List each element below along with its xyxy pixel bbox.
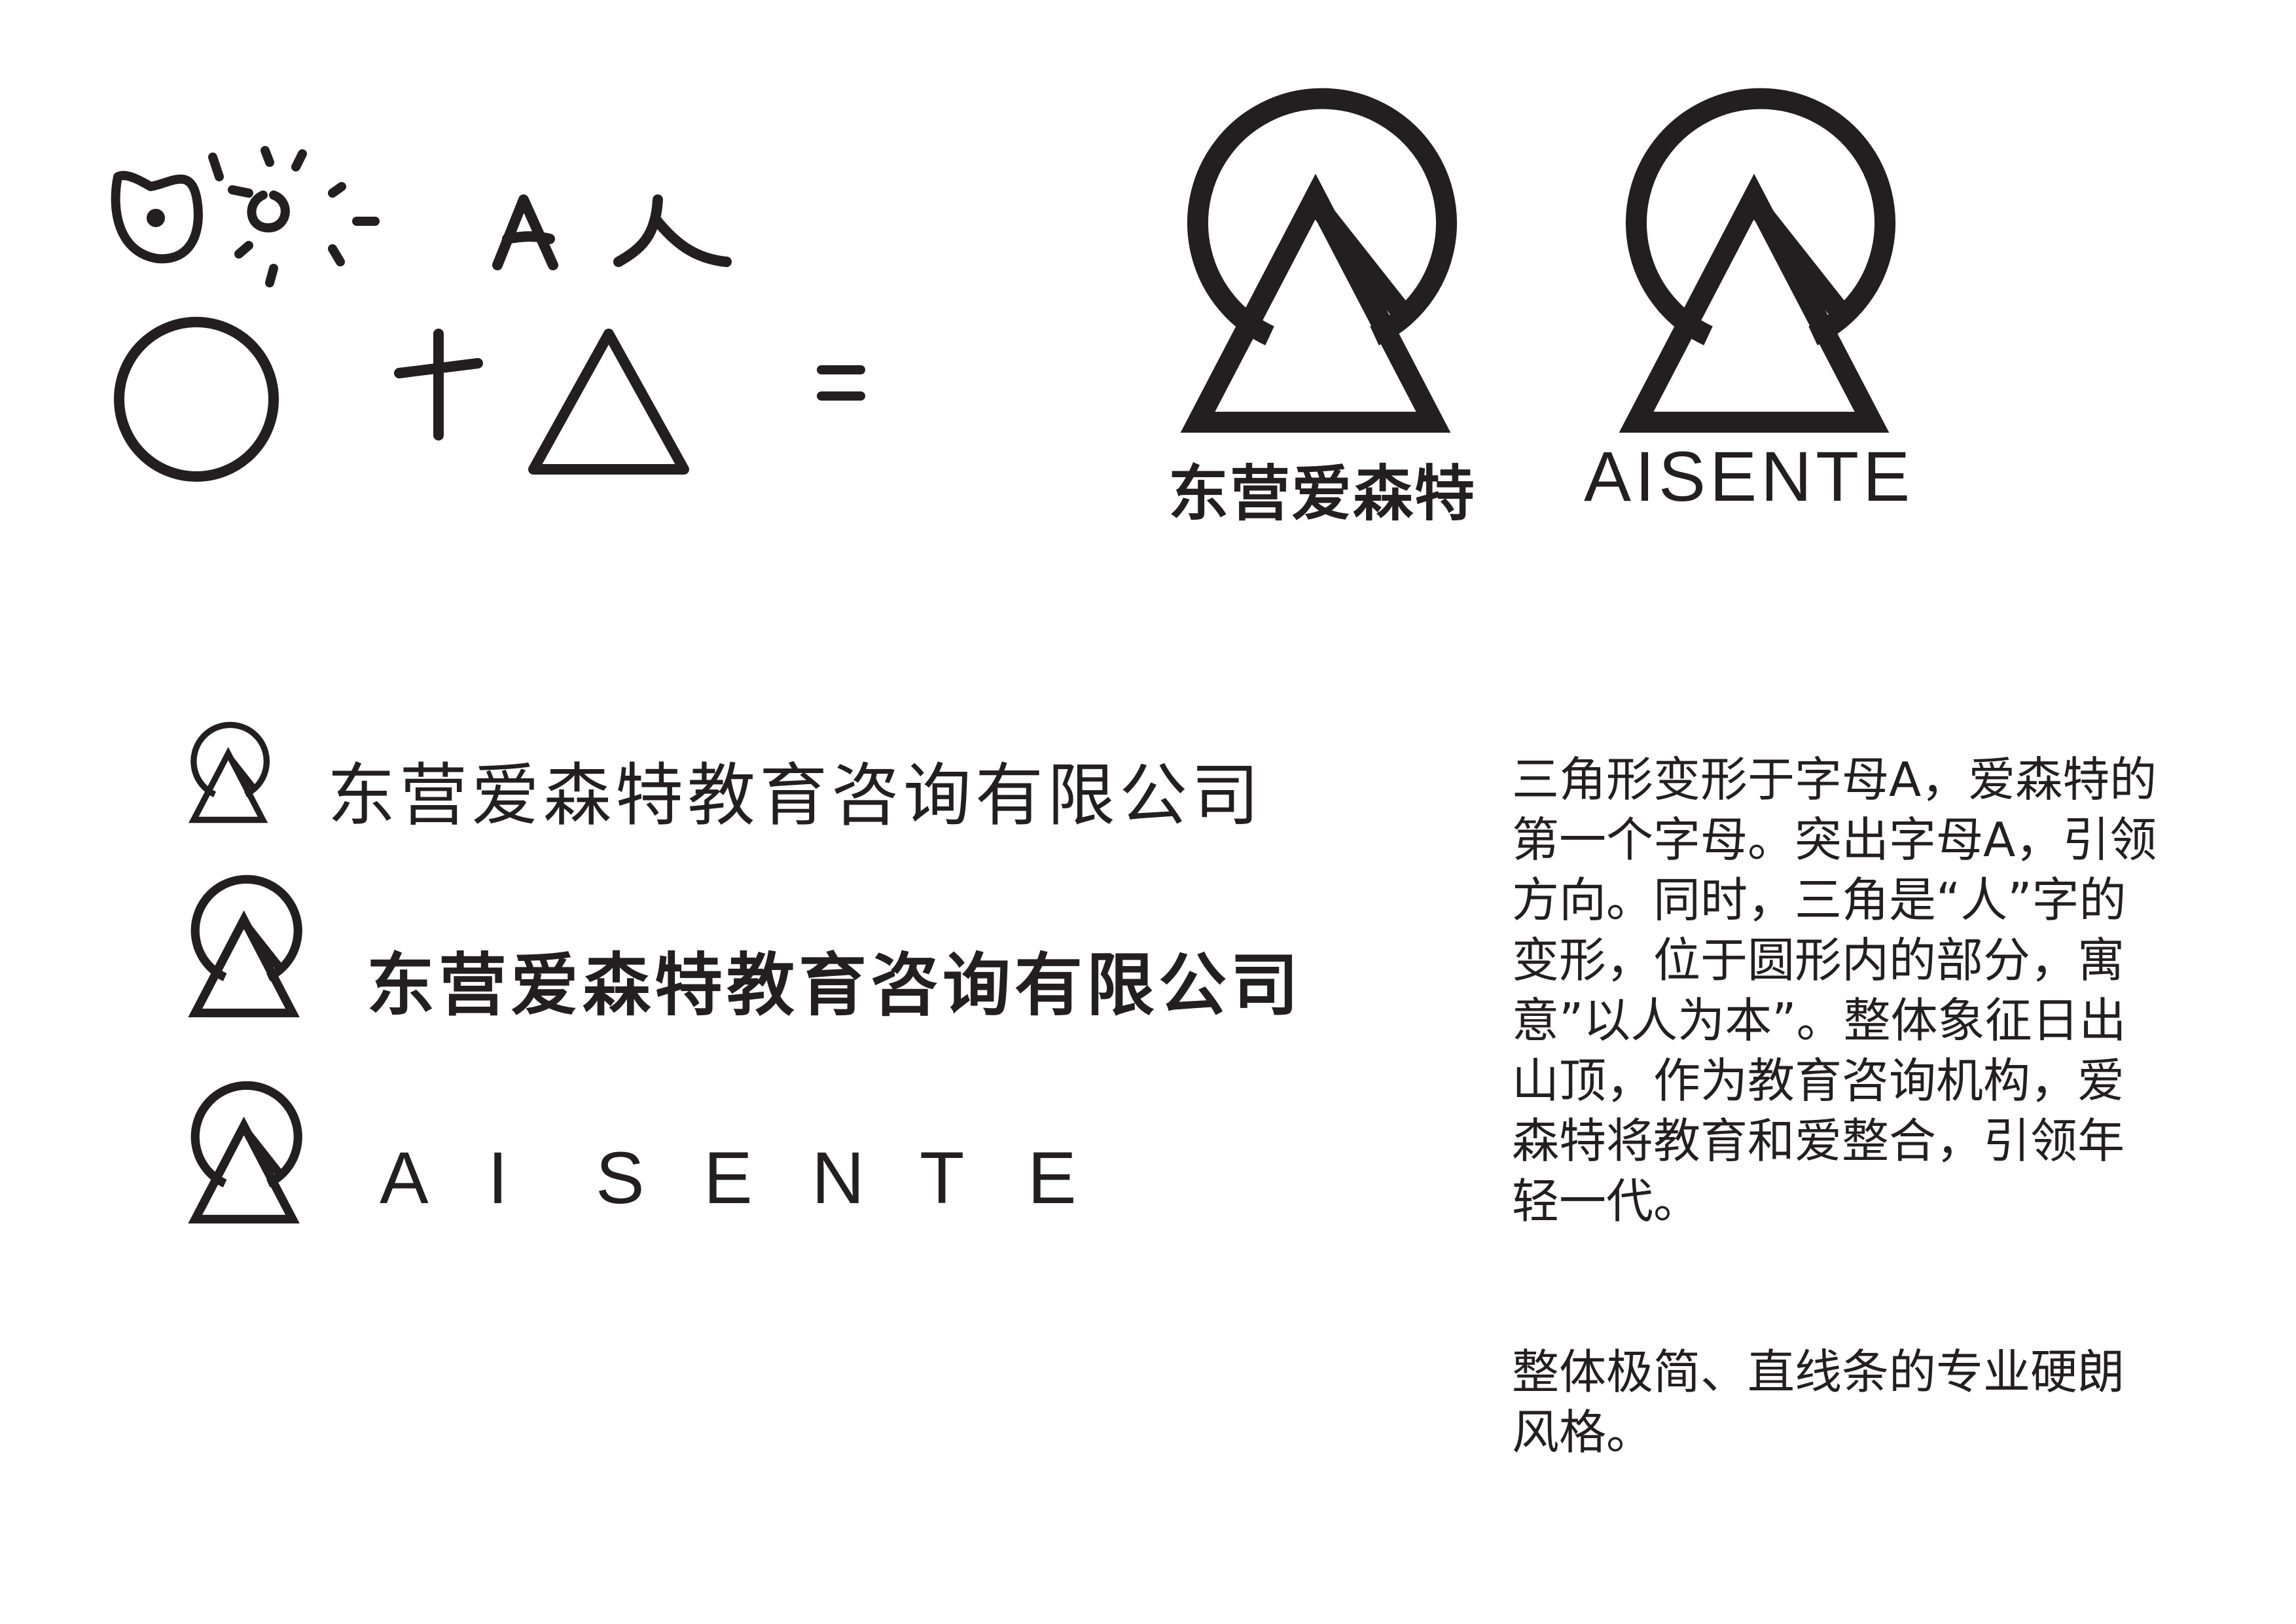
- plus-sign-icon: [394, 329, 483, 441]
- logo-caption-chinese: 东营爱森特: [1168, 459, 1477, 529]
- spaced-letter: T: [920, 1137, 965, 1219]
- spaced-english-name: A I S E N T E: [380, 1136, 1136, 1220]
- spaced-letter: E: [1028, 1137, 1077, 1219]
- spaced-letter: I: [488, 1137, 509, 1219]
- aisente-logo-mark-icon: [1619, 88, 1895, 433]
- triangle-shape-icon: [528, 329, 689, 475]
- design-rationale-paragraph: 三角形变形于字母A，爱森特的第一个字母。突出字母A，引领方向。同时，三角是“人”…: [1512, 752, 2157, 1229]
- letter-a-doodle-icon: [492, 194, 558, 270]
- spaced-letter: S: [596, 1137, 645, 1219]
- company-name-bold: 东营爱森特教育咨询有限公司: [367, 945, 1303, 1025]
- sun-face-doodle-icon: [111, 171, 203, 264]
- aisente-logo-mark-icon: [1180, 88, 1457, 433]
- design-style-paragraph: 整体极简、直线条的专业硬朗风格。: [1512, 1344, 2125, 1460]
- concept-sketch: [111, 146, 865, 482]
- sun-rays-doodle-icon: [208, 146, 380, 287]
- spaced-letter: N: [812, 1137, 865, 1219]
- circle-shape-icon: [114, 317, 279, 482]
- company-name-light: 东营爱森特教育咨询有限公司: [327, 755, 1264, 835]
- spaced-letter: E: [704, 1137, 753, 1219]
- aisente-logo-mark-icon: [188, 875, 302, 1018]
- aisente-logo-mark-icon: [188, 721, 270, 823]
- equals-sign-icon: [817, 365, 865, 401]
- spaced-letter: A: [380, 1137, 429, 1219]
- logo-caption-english: AISENTE: [1584, 437, 1914, 516]
- person-glyph-doodle-icon: [613, 194, 732, 267]
- aisente-logo-mark-icon: [188, 1081, 302, 1224]
